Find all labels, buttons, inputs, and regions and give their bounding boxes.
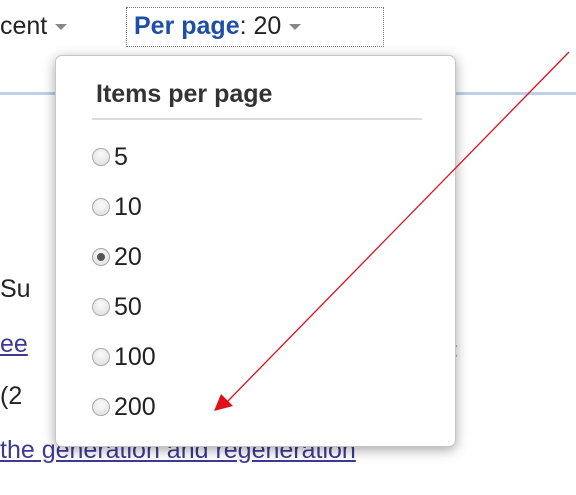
option-label: 50 (114, 292, 142, 321)
sort-dropdown[interactable]: cent (0, 12, 68, 41)
items-per-page-popup: Items per page 5 10 20 50 100 200 (55, 55, 456, 447)
radio-button[interactable] (92, 348, 110, 366)
popup-divider (92, 118, 422, 120)
option-label: 10 (114, 192, 142, 221)
option-label: 20 (114, 242, 142, 271)
option-label: 100 (114, 342, 156, 371)
popup-title: Items per page (96, 80, 273, 108)
chevron-down-icon (289, 24, 302, 31)
per-page-option-100[interactable]: 100 (92, 337, 156, 377)
background-text: Su (0, 275, 31, 303)
radio-button[interactable] (92, 298, 110, 316)
per-page-label: Per page (134, 12, 240, 40)
per-page-option-50[interactable]: 50 (92, 287, 142, 327)
per-page-option-200[interactable]: 200 (92, 387, 156, 427)
radio-button[interactable] (92, 398, 110, 416)
option-label: 200 (114, 392, 156, 421)
chevron-down-icon (55, 24, 68, 31)
per-page-option-10[interactable]: 10 (92, 187, 142, 227)
per-page-value: : 20 (239, 12, 282, 40)
per-page-option-20[interactable]: 20 (92, 237, 142, 277)
option-label: 5 (114, 142, 128, 171)
radio-button[interactable] (92, 148, 110, 166)
background-text: (2 (0, 382, 23, 410)
background-link[interactable]: ee (0, 330, 28, 359)
sort-label: cent (0, 12, 48, 40)
per-page-dropdown[interactable]: Per page: 20 (126, 7, 384, 47)
radio-button[interactable] (92, 248, 110, 266)
radio-button[interactable] (92, 198, 110, 216)
per-page-option-5[interactable]: 5 (92, 137, 128, 177)
